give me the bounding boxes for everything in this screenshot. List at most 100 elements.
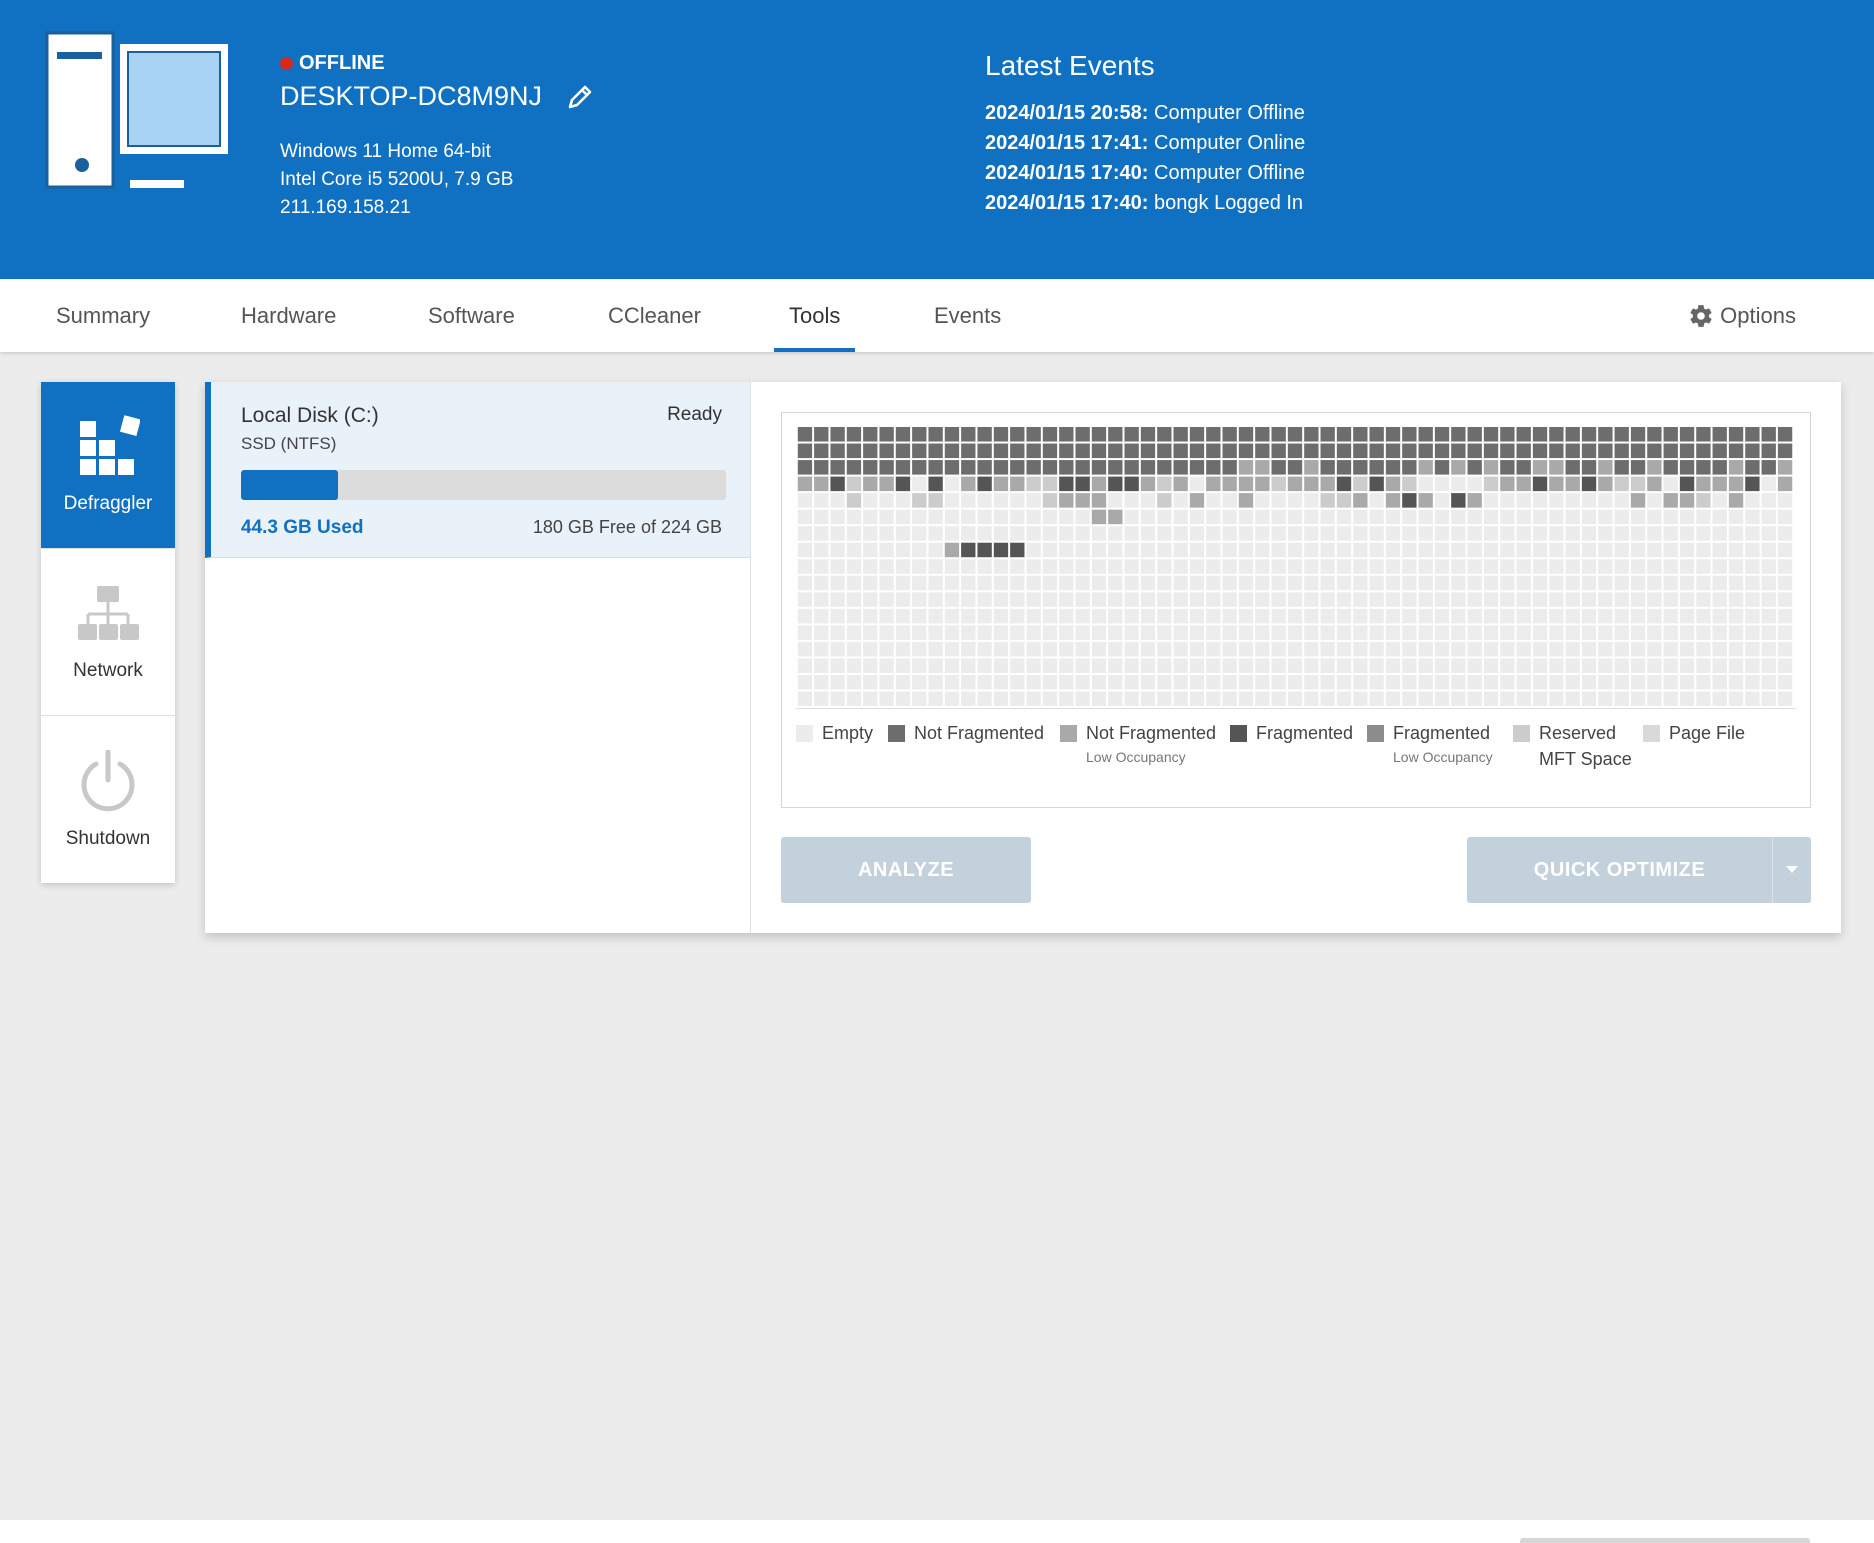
drive-map-block bbox=[1647, 608, 1662, 624]
drive-map-block bbox=[1402, 559, 1417, 574]
tab-software[interactable]: Software bbox=[428, 279, 515, 352]
tool-defraggler[interactable]: Defraggler bbox=[41, 382, 175, 549]
drive-map-block bbox=[1777, 658, 1793, 673]
drive-map-block bbox=[1042, 658, 1058, 673]
quick-optimize-dropdown[interactable] bbox=[1773, 837, 1811, 903]
drive-map-block bbox=[1630, 608, 1646, 624]
legend-swatch bbox=[1367, 725, 1384, 742]
drive-map-block bbox=[1369, 641, 1384, 657]
legend-sublabel: Low Occupancy bbox=[1393, 749, 1493, 765]
tab-events[interactable]: Events bbox=[934, 279, 1001, 352]
drive-map-block bbox=[1075, 691, 1090, 707]
drive-map-block bbox=[1418, 559, 1433, 574]
drive-map-block bbox=[797, 592, 813, 607]
drive-map-block bbox=[977, 509, 992, 525]
drive-map-block bbox=[1614, 575, 1629, 591]
drive-map-block bbox=[1206, 658, 1221, 673]
drive-map-block bbox=[1598, 476, 1613, 492]
quick-optimize-button[interactable]: QUICK OPTIMIZE bbox=[1467, 837, 1773, 903]
drive-map-block bbox=[1434, 592, 1450, 607]
drive-map-block bbox=[1026, 691, 1041, 707]
disk-item[interactable]: Local Disk (C:) SSD (NTFS) Ready 44.3 GB… bbox=[205, 382, 750, 558]
drive-map-block bbox=[830, 559, 845, 574]
tab-ccleaner[interactable]: CCleaner bbox=[608, 279, 701, 352]
drive-map-block bbox=[846, 559, 862, 574]
drive-map-block bbox=[1777, 542, 1793, 558]
drive-map-block bbox=[1385, 509, 1401, 525]
drive-map-block bbox=[895, 625, 911, 640]
quick-optimize-split-button: QUICK OPTIMIZE bbox=[1467, 837, 1811, 903]
drive-map-block bbox=[1385, 658, 1401, 673]
drive-map-block bbox=[1206, 476, 1221, 492]
drive-map-block bbox=[1255, 526, 1270, 541]
drive-map-block bbox=[846, 427, 862, 442]
drive-map-block bbox=[1304, 575, 1319, 591]
drive-map-block bbox=[993, 493, 1009, 508]
drive-map-block bbox=[895, 460, 911, 475]
drive-map-block bbox=[846, 476, 862, 492]
drive-map-block bbox=[1042, 592, 1058, 607]
drive-map: Empty Not Fragmented Not Fragmented Low … bbox=[781, 412, 1811, 808]
drive-map-block bbox=[961, 559, 976, 574]
legend-swatch bbox=[888, 725, 905, 742]
drive-map-block bbox=[1304, 592, 1319, 607]
drive-map-block bbox=[944, 542, 960, 558]
drive-map-block bbox=[912, 575, 927, 591]
drive-map-block bbox=[1532, 608, 1548, 624]
tab-tools[interactable]: Tools bbox=[773, 279, 856, 352]
drive-map-block bbox=[1647, 575, 1662, 591]
edit-pencil-icon[interactable] bbox=[566, 83, 594, 111]
drive-map-block bbox=[830, 625, 845, 640]
drive-map-block bbox=[993, 509, 1009, 525]
drive-map-block bbox=[1206, 641, 1221, 657]
drive-map-block bbox=[1598, 674, 1613, 690]
drive-map-block bbox=[1206, 608, 1221, 624]
drive-map-block bbox=[1222, 658, 1237, 673]
drive-map-block bbox=[1271, 476, 1286, 492]
drive-map-block bbox=[895, 691, 911, 707]
analyze-button[interactable]: ANALYZE bbox=[781, 837, 1031, 903]
drive-map-block bbox=[1287, 427, 1303, 442]
drive-map-block bbox=[1189, 427, 1205, 442]
tab-hardware[interactable]: Hardware bbox=[241, 279, 336, 352]
footer-button[interactable] bbox=[1520, 1538, 1810, 1543]
drive-map-block bbox=[1451, 575, 1466, 591]
drive-map-block bbox=[1320, 559, 1335, 574]
drive-map-block bbox=[1500, 476, 1515, 492]
drive-map-block bbox=[928, 674, 943, 690]
drive-map-block bbox=[797, 575, 813, 591]
drive-map-block bbox=[1581, 641, 1597, 657]
drive-map-block bbox=[1173, 559, 1188, 574]
drive-map-block bbox=[863, 427, 878, 442]
drive-map-block bbox=[1451, 509, 1466, 525]
drive-map-block bbox=[1451, 427, 1466, 442]
drive-map-block bbox=[944, 575, 960, 591]
drive-map-block bbox=[1189, 542, 1205, 558]
drive-map-block bbox=[1304, 625, 1319, 640]
defraggler-icon bbox=[80, 415, 140, 475]
drive-map-block bbox=[1418, 476, 1433, 492]
options-button[interactable]: Options bbox=[1688, 279, 1796, 352]
drive-map-block bbox=[1516, 592, 1531, 607]
drive-map-block bbox=[863, 575, 878, 591]
tool-network[interactable]: Network bbox=[41, 549, 175, 716]
drive-map-block bbox=[1059, 691, 1074, 707]
drive-map-block bbox=[912, 460, 927, 475]
tab-summary[interactable]: Summary bbox=[56, 279, 150, 352]
drive-map-block bbox=[1108, 542, 1123, 558]
drive-map-block bbox=[1647, 658, 1662, 673]
drive-map-block bbox=[846, 526, 862, 541]
drive-map-block bbox=[1647, 559, 1662, 574]
drive-map-block bbox=[879, 559, 894, 574]
drive-map-block bbox=[1059, 575, 1074, 591]
drive-map-block bbox=[1761, 509, 1776, 525]
drive-map-block bbox=[1630, 658, 1646, 673]
drive-map-block bbox=[1516, 509, 1531, 525]
tool-shutdown[interactable]: Shutdown bbox=[41, 716, 175, 883]
drive-map-block bbox=[846, 641, 862, 657]
drive-map-block bbox=[1157, 509, 1172, 525]
drive-map-block bbox=[1075, 542, 1090, 558]
drive-map-block bbox=[1157, 658, 1172, 673]
drive-map-block bbox=[1549, 460, 1564, 475]
drive-map-block bbox=[1728, 443, 1744, 459]
